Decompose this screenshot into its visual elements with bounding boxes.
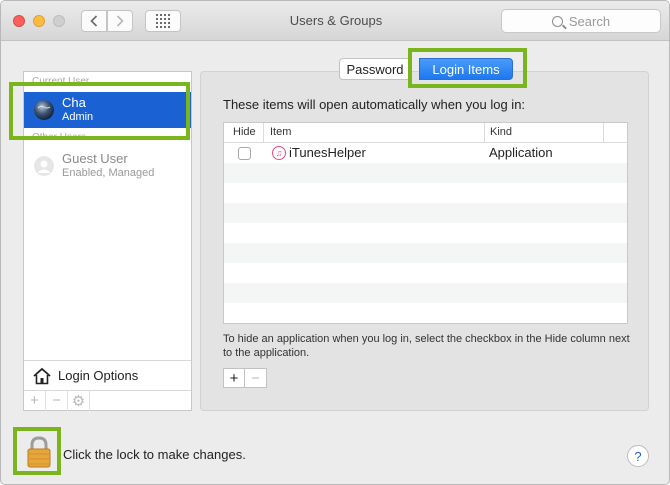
lock-message: Click the lock to make changes. — [63, 447, 246, 462]
table-row[interactable]: ♫ iTunesHelper Application — [224, 143, 627, 163]
highlight-lock — [13, 427, 61, 475]
search-icon — [551, 15, 563, 27]
column-header-kind[interactable]: Kind — [490, 126, 512, 138]
table-row-empty — [224, 223, 627, 243]
login-options-item[interactable]: Login Options — [24, 360, 191, 390]
gear-icon[interactable]: ⚙ — [68, 390, 90, 411]
add-login-item-button[interactable]: + — [223, 368, 245, 388]
item-name: iTunesHelper — [289, 145, 366, 160]
help-button[interactable]: ? — [627, 445, 649, 467]
table-row-empty — [224, 263, 627, 283]
column-header-hide[interactable]: Hide — [233, 126, 256, 138]
add-remove-controls: + − — [223, 368, 267, 388]
highlight-current-user — [9, 82, 190, 140]
hide-checkbox[interactable] — [238, 147, 251, 160]
remove-user-button[interactable]: − — [46, 390, 68, 411]
guest-avatar-icon — [34, 156, 54, 176]
table-row-empty — [224, 243, 627, 263]
house-icon — [33, 367, 51, 384]
login-items-table: Hide Item Kind ♫ iTunesHelper Applicatio… — [223, 122, 628, 324]
highlight-login-items-tab — [408, 48, 527, 88]
add-user-button[interactable]: + — [24, 390, 46, 411]
item-kind: Application — [489, 145, 553, 160]
table-row-empty — [224, 183, 627, 203]
search-field[interactable]: Search — [501, 9, 661, 33]
table-row-empty — [224, 303, 627, 323]
user-item-guest[interactable]: Guest User Enabled, Managed — [24, 148, 191, 184]
table-header: Hide Item Kind — [224, 123, 627, 143]
itunes-icon: ♫ — [272, 146, 286, 160]
login-options-label: Login Options — [58, 368, 139, 383]
hide-hint-text: To hide an application when you log in, … — [223, 333, 630, 359]
table-row-empty — [224, 283, 627, 303]
remove-login-item-button[interactable]: − — [245, 368, 267, 388]
title-bar: Users & Groups Search — [1, 1, 669, 41]
column-header-item[interactable]: Item — [270, 126, 291, 138]
login-items-intro: These items will open automatically when… — [223, 97, 526, 112]
guest-user-name: Guest User — [62, 151, 128, 166]
table-row-empty — [224, 163, 627, 183]
search-placeholder: Search — [568, 13, 611, 29]
table-row-empty — [224, 203, 627, 223]
tab-password[interactable]: Password — [339, 58, 411, 80]
sidebar-toolbar: + − ⚙ — [24, 390, 191, 411]
users-groups-window: Users & Groups Search Current User Cha A… — [0, 0, 670, 485]
guest-user-role: Enabled, Managed — [62, 167, 155, 179]
